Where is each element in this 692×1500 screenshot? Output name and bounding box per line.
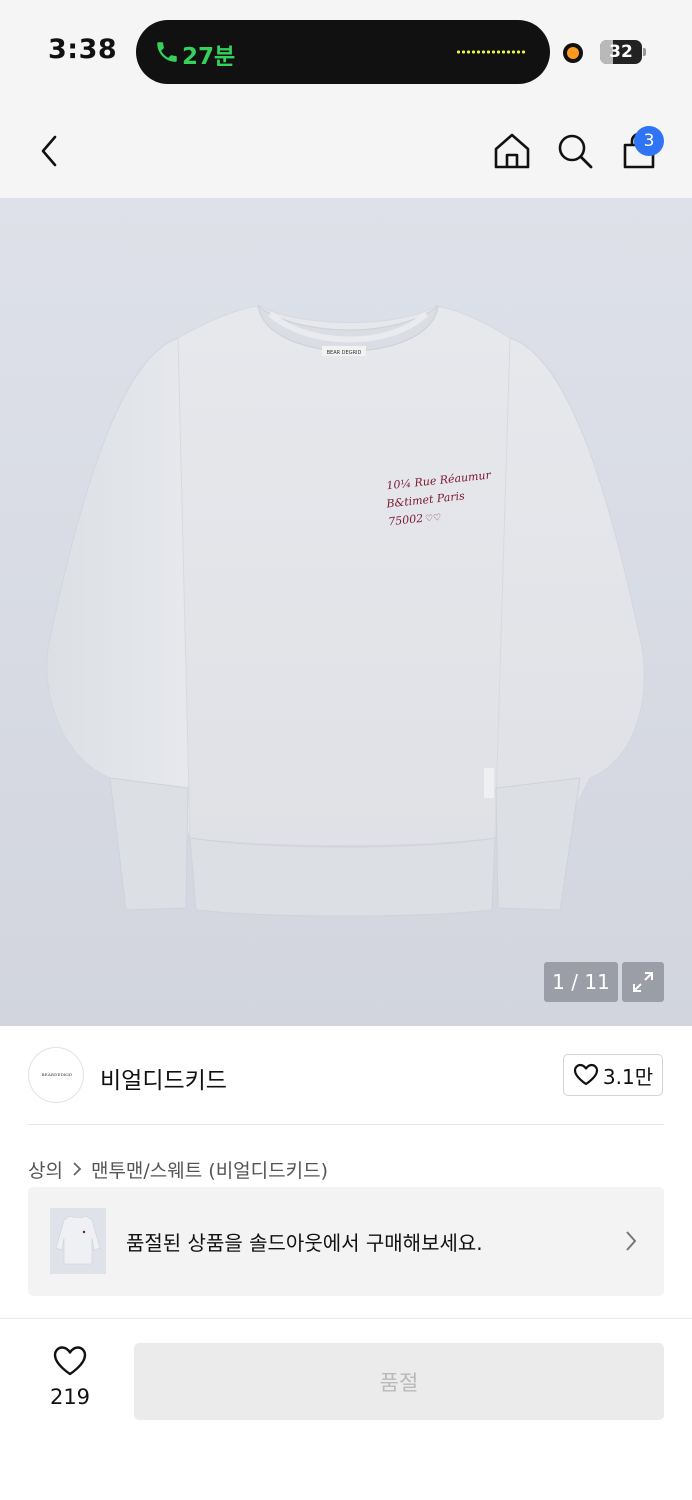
battery-level: 32 bbox=[609, 42, 633, 62]
battery-icon: 32 bbox=[600, 40, 642, 64]
audio-wave-icon bbox=[456, 50, 526, 54]
call-duration: 27분 bbox=[182, 44, 236, 70]
breadcrumb-category[interactable]: 상의 bbox=[28, 1156, 63, 1183]
brand-like-count: 3.1만 bbox=[602, 1064, 654, 1089]
status-time: 3:38 bbox=[48, 34, 118, 65]
search-icon bbox=[558, 134, 593, 169]
wishlist-count: 219 bbox=[49, 1385, 91, 1409]
brand-row: BEARDEDKID 비얼디드키드 3.1만 bbox=[0, 1026, 692, 1126]
search-button[interactable] bbox=[550, 126, 600, 176]
wishlist-button[interactable]: 219 bbox=[30, 1345, 110, 1415]
cart-count-badge: 3 bbox=[634, 126, 664, 156]
breadcrumb-subcategory[interactable]: 맨투맨/스웨트 (비얼디드키드) bbox=[91, 1156, 328, 1183]
brand-like-button[interactable]: 3.1만 bbox=[563, 1054, 663, 1096]
brand-logo-text: BEARDEDKID bbox=[41, 1072, 73, 1077]
status-bar: 3:38 27분 32 bbox=[0, 0, 692, 104]
dynamic-island-call[interactable]: 27분 bbox=[136, 20, 550, 84]
back-chevron-icon bbox=[41, 135, 57, 167]
fullscreen-button[interactable] bbox=[622, 962, 664, 1002]
recording-indicator-icon bbox=[563, 43, 583, 63]
breadcrumb: 상의 맨투맨/스웨트 (비얼디드키드) bbox=[28, 1155, 328, 1183]
chevron-right-icon bbox=[626, 1231, 637, 1251]
home-button[interactable] bbox=[487, 126, 537, 176]
brand-name[interactable]: 비얼디드키드 bbox=[100, 1061, 227, 1095]
chest-print-hearts-icon: ♡♡ bbox=[425, 513, 442, 525]
product-photo-sweatshirt: BEAR DEGRID 10¼ Rue Réaumur B&timet Pari… bbox=[46, 304, 645, 917]
battery-cap bbox=[643, 48, 646, 56]
product-image-carousel[interactable]: BEAR DEGRID 10¼ Rue Réaumur B&timet Pari… bbox=[0, 198, 692, 1026]
heart-outline-icon bbox=[53, 1346, 87, 1376]
section-divider bbox=[28, 1124, 664, 1125]
back-button[interactable] bbox=[24, 126, 74, 176]
breadcrumb-chevron-icon bbox=[73, 1162, 82, 1176]
phone-icon bbox=[157, 42, 177, 62]
home-icon bbox=[494, 133, 530, 169]
soldout-purchase-button[interactable]: 품절 bbox=[134, 1343, 664, 1420]
neck-label-text: BEAR DEGRID bbox=[327, 350, 362, 356]
heart-icon bbox=[573, 1063, 598, 1086]
soldout-banner-message: 품절된 상품을 솔드아웃에서 구매해보세요. bbox=[126, 1231, 483, 1255]
banner-product-thumbnail bbox=[50, 1208, 106, 1274]
soldout-banner[interactable]: 품절된 상품을 솔드아웃에서 구매해보세요. bbox=[28, 1187, 664, 1296]
image-counter: 1 / 11 bbox=[544, 962, 618, 1002]
expand-icon bbox=[633, 972, 653, 992]
bottom-action-bar: 219 품절 bbox=[0, 1318, 692, 1500]
top-navigation bbox=[0, 104, 692, 198]
brand-logo[interactable]: BEARDEDKID bbox=[28, 1047, 84, 1103]
